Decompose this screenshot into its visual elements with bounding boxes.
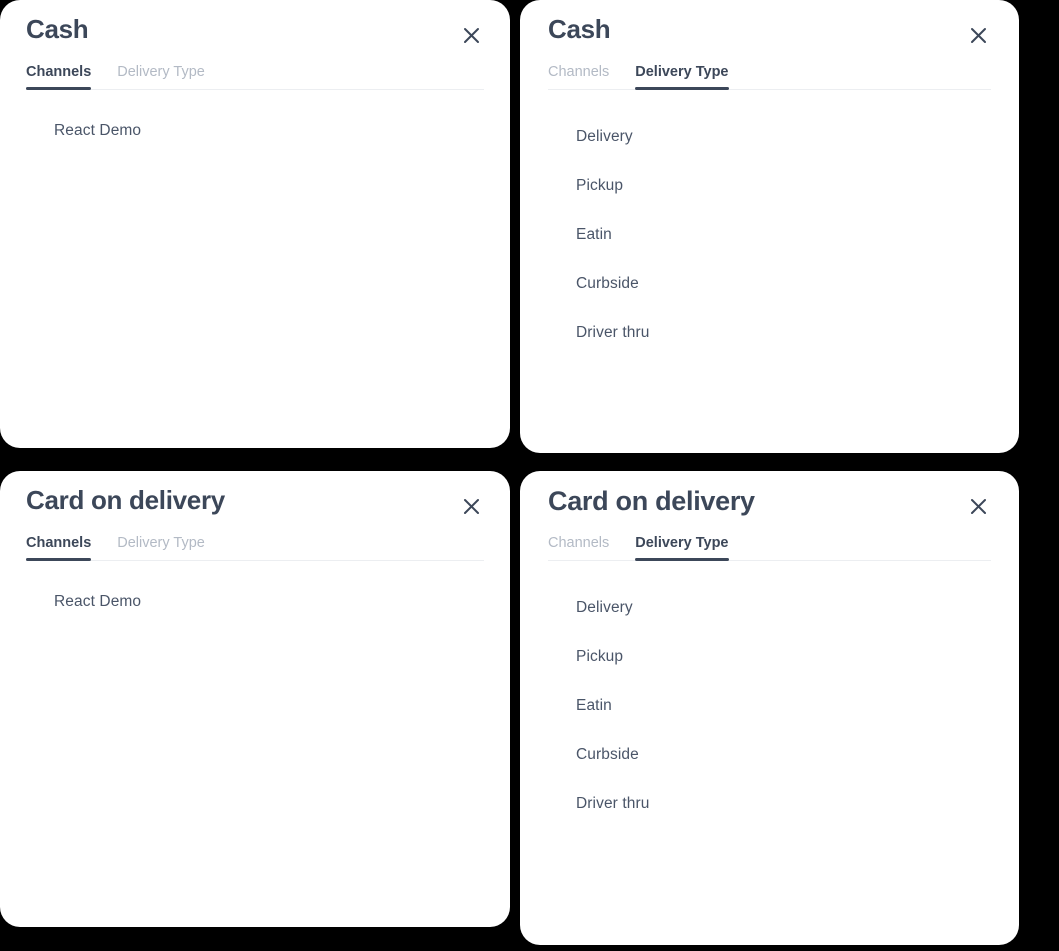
list-item[interactable]: Driver thru: [548, 308, 991, 357]
tab-bar: Channels Delivery Type: [26, 64, 484, 90]
list-item[interactable]: Curbside: [548, 730, 991, 779]
checkbox-unchecked-icon[interactable]: [548, 796, 563, 812]
panel-filler: [26, 146, 484, 448]
panel-card-on-delivery-channels: Card on delivery Channels Delivery Type …: [0, 471, 510, 927]
tab-delivery-type[interactable]: Delivery Type: [117, 64, 205, 89]
option-label: Pickup: [576, 176, 624, 194]
option-list: React Demo: [26, 585, 484, 617]
page-title: Card on delivery: [26, 485, 225, 515]
panel-filler: [548, 828, 991, 945]
panel-header: Cash: [26, 0, 484, 48]
grid-cell-bottom-left: Card on delivery Channels Delivery Type …: [0, 451, 510, 951]
option-list: Delivery Pickup Eatin Curbside Driver th…: [548, 583, 991, 828]
panel-header: Cash: [548, 0, 991, 48]
list-item[interactable]: Curbside: [548, 259, 991, 308]
panel-card-on-delivery-delivery-type: Card on delivery Channels Delivery Type …: [520, 471, 1019, 945]
option-label: Delivery: [576, 127, 633, 145]
grid-cell-bottom-right: Card on delivery Channels Delivery Type …: [510, 451, 1019, 951]
close-icon: [970, 498, 986, 514]
checkbox-unchecked-icon[interactable]: [548, 276, 563, 291]
tab-bar: Channels Delivery Type: [548, 535, 991, 562]
option-label: React Demo: [54, 593, 142, 610]
tab-channels[interactable]: Channels: [26, 64, 92, 90]
option-label: Curbside: [576, 274, 639, 292]
grid-cell-top-right: Cash Channels Delivery Type Delivery Pic…: [510, 0, 1019, 453]
panel-header: Card on delivery: [26, 471, 484, 519]
close-button[interactable]: [458, 493, 484, 519]
option-label: React Demo: [54, 122, 142, 139]
page-title: Card on delivery: [548, 486, 755, 516]
checkbox-unchecked-icon[interactable]: [548, 649, 563, 665]
checkbox-unchecked-icon[interactable]: [548, 747, 563, 763]
tab-bar: Channels Delivery Type: [548, 64, 991, 90]
list-item[interactable]: Delivery: [548, 583, 991, 632]
option-label: Eatin: [576, 225, 612, 243]
close-button[interactable]: [965, 493, 991, 519]
option-label: Driver thru: [576, 323, 650, 341]
panel-cash-delivery-type: Cash Channels Delivery Type Delivery Pic…: [520, 0, 1019, 453]
tab-channels[interactable]: Channels: [26, 535, 92, 561]
close-icon: [463, 498, 479, 514]
tab-channels[interactable]: Channels: [548, 535, 609, 560]
tab-channels[interactable]: Channels: [548, 64, 609, 89]
list-item[interactable]: Delivery: [548, 112, 991, 161]
checkbox-unchecked-icon[interactable]: [548, 325, 563, 340]
list-item[interactable]: Eatin: [548, 681, 991, 730]
option-list: Delivery Pickup Eatin Curbside Driver th…: [548, 112, 991, 357]
checkbox-unchecked-icon[interactable]: [26, 123, 41, 139]
tab-delivery-type[interactable]: Delivery Type: [635, 535, 729, 562]
checkbox-unchecked-icon[interactable]: [548, 227, 563, 242]
option-list: React Demo: [26, 114, 484, 146]
close-icon: [970, 27, 986, 43]
page-title: Cash: [26, 14, 89, 44]
panel-cash-channels: Cash Channels Delivery Type React Demo: [0, 0, 510, 448]
checkbox-unchecked-icon[interactable]: [548, 600, 563, 616]
checkbox-unchecked-icon[interactable]: [548, 698, 563, 714]
list-item[interactable]: React Demo: [26, 116, 484, 146]
checkbox-unchecked-icon[interactable]: [26, 594, 41, 610]
tab-delivery-type[interactable]: Delivery Type: [635, 64, 729, 90]
close-icon: [463, 27, 479, 43]
panel-filler: [548, 357, 991, 453]
list-item[interactable]: Driver thru: [548, 779, 991, 828]
list-item[interactable]: React Demo: [26, 587, 484, 617]
panel-grid: Cash Channels Delivery Type React Demo C…: [0, 0, 1059, 951]
option-label: Delivery: [576, 598, 633, 616]
panel-filler: [26, 617, 484, 927]
option-label: Curbside: [576, 745, 639, 763]
list-item[interactable]: Eatin: [548, 210, 991, 259]
page-title: Cash: [548, 14, 611, 44]
option-label: Pickup: [576, 647, 624, 665]
panel-header: Card on delivery: [548, 471, 991, 519]
checkbox-unchecked-icon[interactable]: [548, 129, 563, 144]
checkbox-unchecked-icon[interactable]: [548, 178, 563, 193]
grid-cell-top-left: Cash Channels Delivery Type React Demo: [0, 0, 510, 451]
list-item[interactable]: Pickup: [548, 632, 991, 681]
close-button[interactable]: [965, 22, 991, 48]
close-button[interactable]: [458, 22, 484, 48]
option-label: Eatin: [576, 696, 612, 714]
tab-bar: Channels Delivery Type: [26, 535, 484, 561]
tab-delivery-type[interactable]: Delivery Type: [117, 535, 205, 560]
list-item[interactable]: Pickup: [548, 161, 991, 210]
option-label: Driver thru: [576, 794, 650, 812]
